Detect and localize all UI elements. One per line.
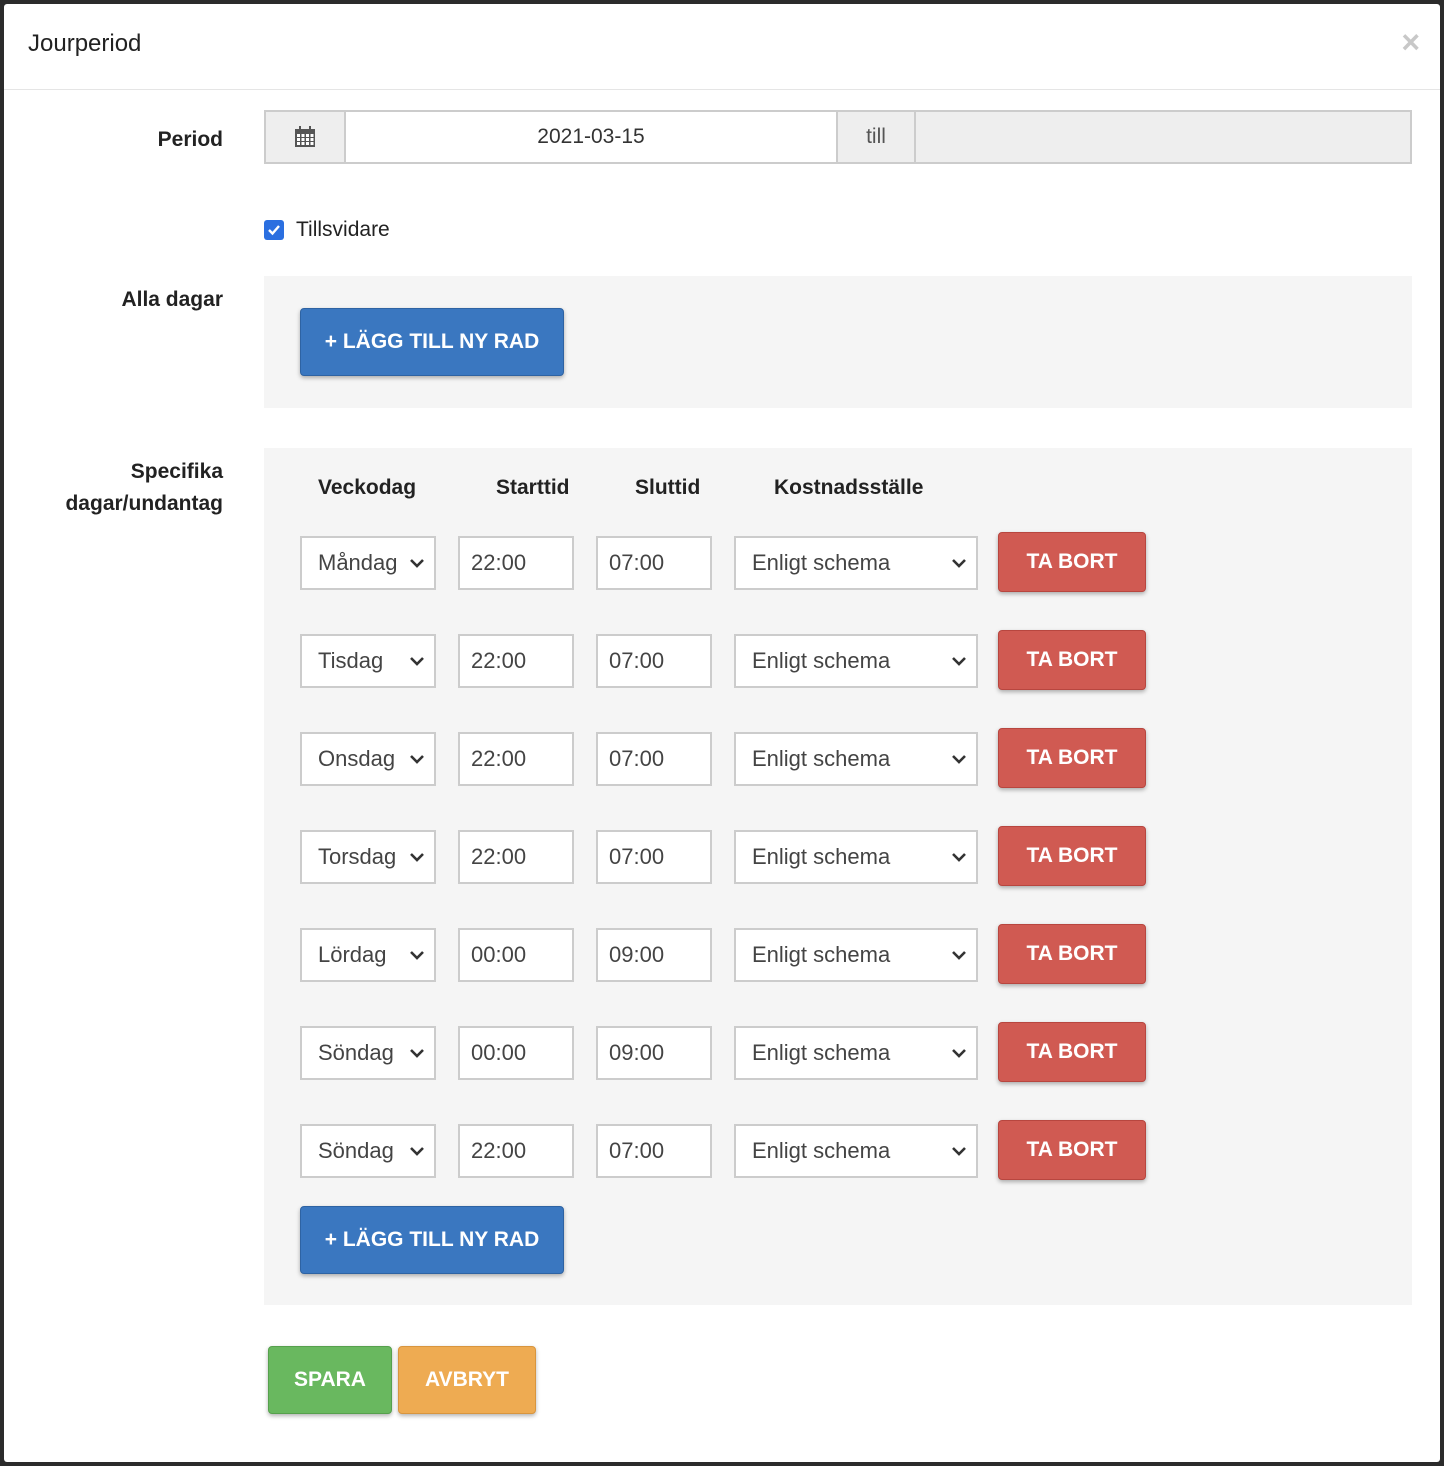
weekday-value: Torsdag bbox=[318, 844, 397, 869]
cost-value: Enligt schema bbox=[752, 942, 891, 967]
cost-select[interactable]: Enligt schema bbox=[734, 634, 978, 688]
remove-row-button[interactable]: TA BORT bbox=[998, 1022, 1146, 1082]
chevron-down-icon bbox=[952, 1049, 966, 1058]
start-time-input[interactable]: 22:00 bbox=[458, 732, 574, 786]
chevron-down-icon bbox=[952, 951, 966, 960]
cost-value: Enligt schema bbox=[752, 1138, 891, 1163]
tillsvidare-label: Tillsvidare bbox=[296, 218, 390, 241]
weekday-value: Tisdag bbox=[318, 648, 384, 673]
start-time-input[interactable]: 00:00 bbox=[458, 928, 574, 982]
cancel-button[interactable]: AVBRYT bbox=[398, 1346, 536, 1414]
cost-value: Enligt schema bbox=[752, 844, 891, 869]
period-separator: till bbox=[838, 110, 914, 164]
alla-dagar-label: Alla dagar bbox=[121, 288, 223, 311]
specifika-label-line1: Specifika bbox=[130, 460, 223, 483]
remove-row-button[interactable]: TA BORT bbox=[998, 728, 1146, 788]
weekday-value: Onsdag bbox=[318, 746, 396, 771]
cost-select[interactable]: Enligt schema bbox=[734, 830, 978, 884]
chevron-down-icon bbox=[410, 951, 424, 960]
close-icon[interactable]: × bbox=[1401, 26, 1420, 58]
cost-select[interactable]: Enligt schema bbox=[734, 1124, 978, 1178]
start-time-input[interactable]: 22:00 bbox=[458, 1124, 574, 1178]
period-input-group: 2021-03-15 till bbox=[264, 110, 1412, 164]
weekday-value: Söndag bbox=[318, 1138, 394, 1163]
cost-value: Enligt schema bbox=[752, 1040, 891, 1065]
start-time-input[interactable]: 22:00 bbox=[458, 536, 574, 590]
weekday-select[interactable]: Söndag bbox=[300, 1124, 436, 1178]
remove-row-button[interactable]: TA BORT bbox=[998, 924, 1146, 984]
cost-select[interactable]: Enligt schema bbox=[734, 536, 978, 590]
start-time-input[interactable]: 00:00 bbox=[458, 1026, 574, 1080]
cost-value: Enligt schema bbox=[752, 746, 891, 771]
modal-header: Jourperiod × bbox=[4, 4, 1440, 90]
weekday-select[interactable]: Söndag bbox=[300, 1026, 436, 1080]
end-time-input[interactable]: 07:00 bbox=[596, 1124, 712, 1178]
period-to-input[interactable] bbox=[914, 110, 1412, 164]
end-time-input[interactable]: 07:00 bbox=[596, 536, 712, 590]
period-label: Period bbox=[157, 128, 223, 151]
weekday-value: Söndag bbox=[318, 1040, 394, 1065]
remove-row-button[interactable]: TA BORT bbox=[998, 826, 1146, 886]
period-from-input[interactable]: 2021-03-15 bbox=[344, 110, 838, 164]
remove-row-button[interactable]: TA BORT bbox=[998, 1120, 1146, 1180]
chevron-down-icon bbox=[952, 1147, 966, 1156]
cost-select[interactable]: Enligt schema bbox=[734, 928, 978, 982]
specifika-label-line2: dagar/undantag bbox=[65, 492, 223, 515]
end-time-input[interactable]: 07:00 bbox=[596, 634, 712, 688]
end-time-input[interactable]: 09:00 bbox=[596, 928, 712, 982]
modal-title: Jourperiod bbox=[28, 30, 142, 57]
weekday-select[interactable]: Lördag bbox=[300, 928, 436, 982]
calendar-icon[interactable] bbox=[264, 110, 344, 164]
end-time-input[interactable]: 07:00 bbox=[596, 732, 712, 786]
remove-row-button[interactable]: TA BORT bbox=[998, 532, 1146, 592]
header-weekday: Veckodag bbox=[318, 476, 417, 499]
weekday-select[interactable]: Torsdag bbox=[300, 830, 436, 884]
tillsvidare-row: Tillsvidare bbox=[264, 218, 390, 242]
cost-select[interactable]: Enligt schema bbox=[734, 1026, 978, 1080]
chevron-down-icon bbox=[410, 559, 424, 568]
chevron-down-icon bbox=[410, 853, 424, 862]
chevron-down-icon bbox=[952, 559, 966, 568]
chevron-down-icon bbox=[952, 657, 966, 666]
weekday-select[interactable]: Onsdag bbox=[300, 732, 436, 786]
chevron-down-icon bbox=[410, 1049, 424, 1058]
remove-row-button[interactable]: TA BORT bbox=[998, 630, 1146, 690]
specifika-add-row-button[interactable]: + LÄGG TILL NY RAD bbox=[300, 1206, 564, 1274]
chevron-down-icon bbox=[952, 853, 966, 862]
cost-value: Enligt schema bbox=[752, 648, 891, 673]
weekday-select[interactable]: Måndag bbox=[300, 536, 436, 590]
chevron-down-icon bbox=[410, 755, 424, 764]
start-time-input[interactable]: 22:00 bbox=[458, 830, 574, 884]
cost-value: Enligt schema bbox=[752, 550, 891, 575]
chevron-down-icon bbox=[952, 755, 966, 764]
tillsvidare-checkbox[interactable] bbox=[264, 220, 284, 240]
chevron-down-icon bbox=[410, 1147, 424, 1156]
weekday-value: Lördag bbox=[318, 942, 387, 967]
weekday-value: Måndag bbox=[318, 550, 398, 575]
end-time-input[interactable]: 07:00 bbox=[596, 830, 712, 884]
alla-dagar-add-row-button[interactable]: + LÄGG TILL NY RAD bbox=[300, 308, 564, 376]
header-start: Starttid bbox=[496, 476, 570, 499]
header-cost: Kostnadsställe bbox=[774, 476, 924, 499]
start-time-input[interactable]: 22:00 bbox=[458, 634, 574, 688]
weekday-select[interactable]: Tisdag bbox=[300, 634, 436, 688]
save-button[interactable]: SPARA bbox=[268, 1346, 392, 1414]
chevron-down-icon bbox=[410, 657, 424, 666]
end-time-input[interactable]: 09:00 bbox=[596, 1026, 712, 1080]
header-end: Sluttid bbox=[635, 476, 701, 499]
cost-select[interactable]: Enligt schema bbox=[734, 732, 978, 786]
